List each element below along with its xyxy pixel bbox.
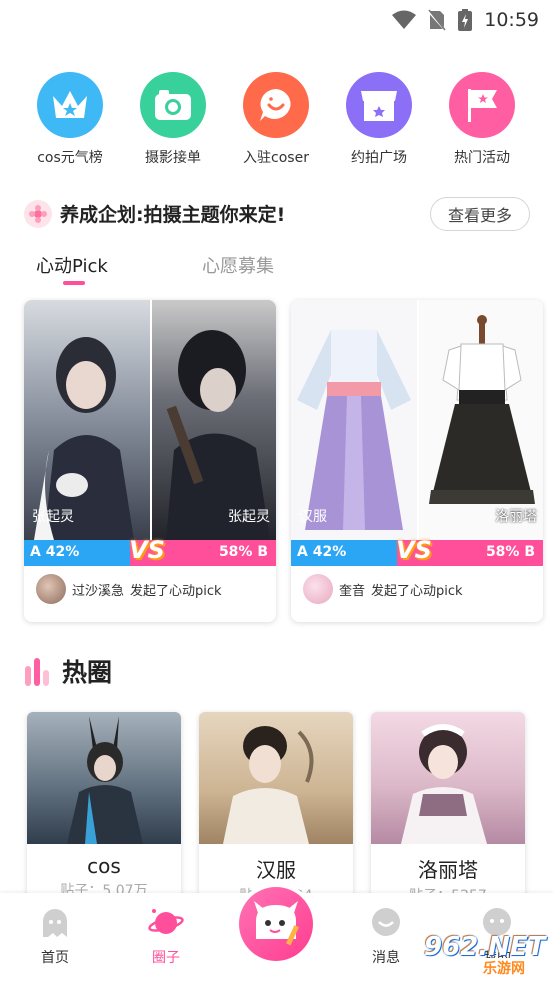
smile-bubble-icon (372, 908, 400, 936)
pick-action: 发起了心动pick (371, 583, 463, 599)
hot-image (199, 712, 353, 844)
quick-item-photo-order[interactable]: 摄影接单 (123, 72, 223, 167)
ghost-icon (43, 909, 67, 937)
plan-title: 养成企划:拍摄主题你来定! (60, 204, 286, 226)
pick-action: 发起了心动pick (130, 583, 222, 599)
vs-icon: VS (396, 536, 432, 564)
avatar (303, 574, 333, 604)
wifi-icon (392, 10, 417, 29)
nav-home[interactable]: 首页 (25, 907, 85, 967)
quick-item-join-coser[interactable]: 入驻coser (226, 72, 326, 167)
tab-wish-collect[interactable]: 心愿募集 (202, 252, 274, 278)
hot-title: 热圈 (62, 658, 113, 687)
vote-a-label: A 42% (297, 544, 347, 560)
nav-circle[interactable]: 圈子 (136, 907, 196, 967)
plan-banner: 养成企划:拍摄主题你来定! 查看更多 (24, 197, 530, 231)
tab-indicator (63, 281, 85, 285)
flag-icon (468, 89, 497, 122)
battery-charging-icon (458, 9, 473, 31)
pick-vote-bar: A 42% 58% B VS (24, 536, 276, 566)
vote-a-label: A 42% (30, 544, 80, 560)
pick-card[interactable]: 张起灵 张起灵 A 42% 58% B VS 过沙溪急 发起了心动pick (24, 300, 276, 622)
chat-face-icon (260, 89, 291, 121)
pick-image-left: 汉服 (291, 300, 417, 540)
hot-image (27, 712, 181, 844)
hot-name: 汉服 (256, 858, 296, 882)
quick-item-hot-events[interactable]: 热门活动 (432, 72, 532, 167)
quick-item-cos-rank[interactable]: cos元气榜 (20, 72, 120, 167)
clock: 10:59 (484, 9, 539, 31)
avatar (36, 574, 66, 604)
hot-card-cos[interactable]: cos 贴子：5.07万 (27, 712, 181, 902)
pick-image-left: 张起灵 (24, 300, 150, 540)
status-bar: 10:59 (0, 0, 553, 40)
center-post-button[interactable] (235, 883, 317, 965)
watermark-logo: 962.NET 乐游网 (424, 932, 546, 978)
planet-icon (148, 909, 184, 934)
pick-image-right: 洛丽塔 (417, 300, 543, 540)
hot-name: 洛丽塔 (418, 858, 478, 882)
hot-card-hanfu[interactable]: 汉服 贴子：1.24 (199, 712, 353, 902)
mascot-icon (254, 901, 299, 946)
no-sim-icon (428, 9, 447, 31)
camera-icon (155, 90, 191, 120)
pick-user: 过沙溪急 (72, 583, 125, 599)
app-screen: 10:59 cos元气榜 摄影接单 入驻coser 约拍广场 热门活动 养成企划… (0, 0, 553, 983)
hot-name: cos (87, 854, 121, 878)
vs-icon: VS (129, 536, 165, 564)
quick-item-photo-square[interactable]: 约拍广场 (329, 72, 429, 167)
quick-menu: cos元气榜 摄影接单 入驻coser 约拍广场 热门活动 (0, 72, 553, 172)
vote-b-label: 58% B (485, 544, 535, 560)
hot-section-header: 热圈 (24, 654, 112, 688)
hot-card-lolita[interactable]: 洛丽塔 贴子：5257 (371, 712, 525, 902)
pick-card[interactable]: 汉服 洛丽塔 A 42% 58% B VS 奎音 发起了心动pick (291, 300, 543, 622)
pick-image-right: 张起灵 (150, 300, 276, 540)
pick-vote-bar: A 42% 58% B VS (291, 536, 543, 566)
vote-b-label: 58% B (218, 544, 268, 560)
view-more-button[interactable]: 查看更多 (430, 197, 530, 231)
hot-image (371, 712, 525, 844)
bars-icon (25, 658, 49, 686)
shop-icon (361, 91, 397, 121)
pick-user: 奎音 (339, 583, 366, 599)
tab-heart-pick[interactable]: 心动Pick (36, 252, 108, 278)
crown-icon (53, 91, 87, 118)
nav-message[interactable]: 消息 (356, 907, 416, 967)
flower-icon (24, 200, 52, 228)
